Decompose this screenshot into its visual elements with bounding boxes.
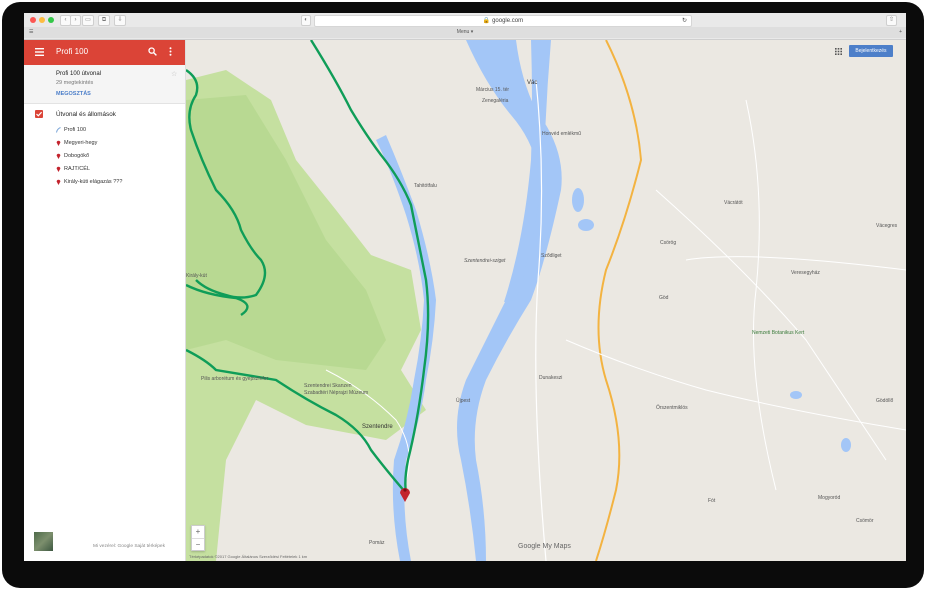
apps-grid-icon[interactable] [835, 48, 842, 55]
lake [572, 188, 584, 212]
pin-icon [56, 179, 61, 185]
route-icon [56, 127, 61, 133]
pin-icon [56, 166, 61, 172]
basemap-thumbnail[interactable] [34, 532, 53, 551]
place-label: Veresegyház [791, 270, 820, 276]
list-item[interactable]: Király-kúti elágazás ??? [56, 179, 176, 189]
zoom-control: + − [191, 525, 205, 551]
zoom-out-button[interactable]: − [192, 539, 204, 551]
bookmarks-icon[interactable]: ☰ [29, 27, 33, 38]
privacy-icon[interactable]: ◐ [301, 15, 311, 26]
place-label: Mogyoród [818, 495, 841, 501]
maximize-window-button[interactable] [48, 17, 54, 23]
list-item[interactable]: Megyeri-hegy [56, 140, 176, 150]
tabs-overview-icon[interactable]: ⧉ [98, 15, 110, 26]
place-label: Göd [659, 295, 669, 301]
place-label: Nemzeti Botanikus Kert [752, 330, 805, 336]
google-my-maps-logo: Google My Maps [518, 543, 571, 550]
road [655, 189, 887, 461]
share-button[interactable]: MEGOSZTÁS [56, 91, 91, 97]
close-window-button[interactable] [30, 17, 36, 23]
forward-icon[interactable]: › [70, 15, 81, 26]
screen: ‹ › ▭ ⧉ ⇩ ◐ 🔒 google.com ↻ ⇧ ☰ Menu ▾ + … [24, 13, 906, 561]
map-info-panel: Profi 100 útvonal 29 megtekintés MEGOSZT… [24, 65, 185, 104]
search-icon[interactable] [148, 47, 157, 56]
place-label: Vác [527, 80, 538, 86]
list-item[interactable]: RAJT/CÉL [56, 166, 176, 176]
more-vert-icon[interactable] [169, 47, 172, 56]
minimize-window-button[interactable] [39, 17, 45, 23]
place-label: Csömör [856, 518, 874, 524]
place-label: Újpest [456, 398, 471, 404]
zoom-in-button[interactable]: + [192, 526, 204, 539]
new-tab-icon[interactable]: + [899, 27, 902, 38]
lake [790, 391, 802, 399]
list-item-label: RAJT/CÉL [64, 166, 90, 172]
place-label: Gödöllő [876, 398, 894, 404]
place-label: Pomáz [369, 540, 385, 546]
lake [841, 438, 851, 452]
view-count: 29 megtekintés [56, 80, 94, 86]
place-label: Szentendrei Skanzen [304, 383, 352, 389]
place-label: Szabadtéri Néprajzi Múzeum [304, 390, 369, 396]
list-item-label: Király-kúti elágazás ??? [64, 179, 123, 185]
place-label: Sződliget [541, 253, 562, 259]
place-label: Tahitótfalu [414, 183, 437, 189]
map-graphics [186, 40, 906, 561]
lake [578, 219, 594, 231]
list-item-label: Megyeri-hegy [64, 140, 98, 146]
place-label: Szentendre [362, 424, 393, 430]
address-bar[interactable]: 🔒 google.com ↻ [314, 15, 692, 27]
layer-title[interactable]: Útvonal és állomások [56, 111, 116, 118]
tab-menu[interactable]: Menu ▾ [457, 29, 473, 35]
place-label: Dunakeszi [539, 375, 563, 381]
place-label: Fót [708, 498, 716, 504]
road [745, 99, 777, 491]
place-label: Vácrátót [724, 200, 743, 206]
hamburger-menu-icon[interactable] [35, 48, 44, 56]
pin-icon [56, 140, 61, 146]
star-icon[interactable]: ☆ [171, 70, 177, 78]
pin-icon [56, 153, 61, 159]
place-label: Március 15. tér [476, 87, 510, 93]
laptop-bezel: ‹ › ▭ ⧉ ⇩ ◐ 🔒 google.com ↻ ⇧ ☰ Menu ▾ + … [2, 2, 924, 588]
browser-toolbar: ‹ › ▭ ⧉ ⇩ ◐ 🔒 google.com ↻ ⇧ ☰ Menu ▾ + [24, 13, 906, 40]
place-label: Csörög [660, 240, 677, 246]
place-label: Őrszentmiklós [656, 405, 688, 411]
place-label: Király-kút [186, 273, 207, 279]
place-label: Honvéd emlékmű [542, 131, 581, 137]
layer-checkbox[interactable] [35, 110, 43, 118]
place-label: Zenegaléria [482, 98, 509, 104]
map-title[interactable]: Profi 100 útvonal [56, 71, 101, 77]
list-item[interactable]: Profi 100 [56, 127, 176, 137]
mymaps-sidebar: Profi 100 Profi 100 útvonal 29 megtekint… [24, 40, 186, 561]
place-label: Szentendrei-sziget [464, 258, 506, 264]
share-icon[interactable]: ⇩ [114, 15, 126, 26]
highway-m2 [595, 40, 643, 561]
sidebar-header: Profi 100 [24, 40, 185, 65]
list-item-label: Dobogókő [64, 153, 90, 159]
share-upload-icon[interactable]: ⇧ [886, 15, 897, 26]
map-canvas[interactable]: Vác Március 15. tér Zenegaléria Honvéd e… [186, 40, 906, 561]
sidebar-footer: Mi vezérel: Google Saját térképek [93, 544, 165, 549]
list-item-label: Profi 100 [64, 127, 87, 133]
list-item[interactable]: Dobogókő [56, 153, 176, 163]
road [565, 339, 906, 431]
road [685, 256, 906, 271]
place-label: Vácegres [876, 223, 898, 229]
tab-bar: ☰ Menu ▾ + [24, 27, 906, 38]
reload-icon[interactable]: ↻ [682, 16, 687, 26]
map-attribution: Térképadatok ©2017 Google Általános Szer… [189, 554, 308, 559]
checkmark-icon [36, 111, 43, 117]
lock-icon: 🔒 [482, 18, 491, 24]
address-text: google.com [492, 18, 524, 24]
place-label: Pilis arborétum és gyepszínfer [201, 376, 269, 382]
sign-in-button[interactable]: Bejelentkezés [849, 45, 893, 57]
map-header-title: Profi 100 [56, 47, 89, 56]
sidebar-icon[interactable]: ▭ [82, 15, 94, 26]
